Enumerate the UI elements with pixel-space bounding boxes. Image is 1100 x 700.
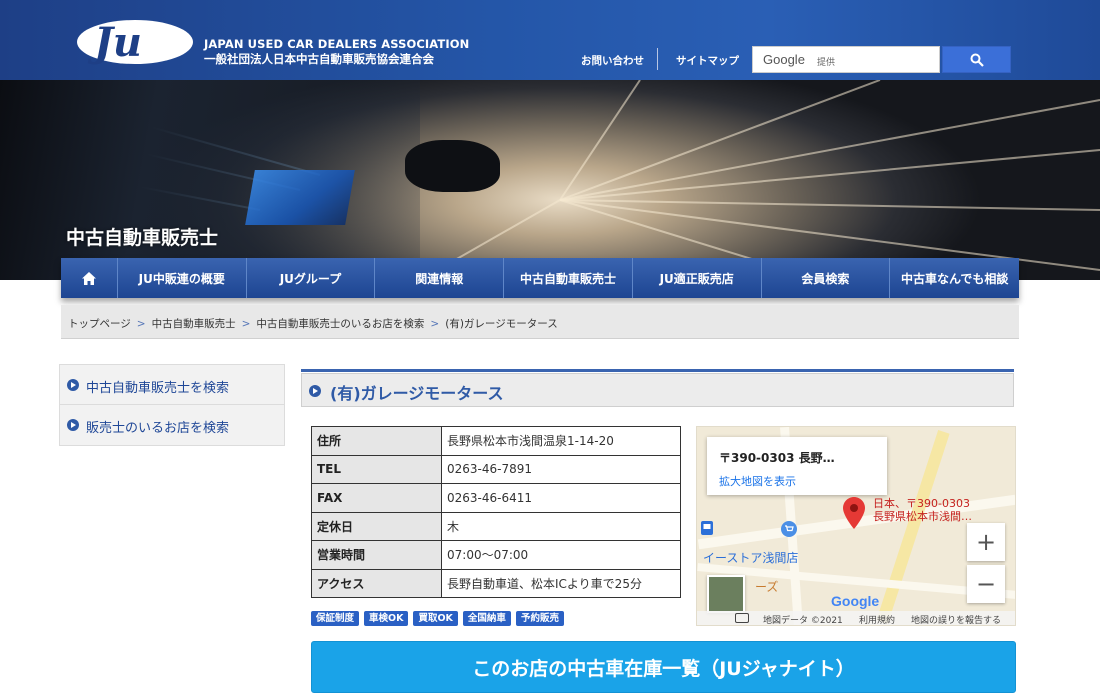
map-pin-label: 日本、〒390-0303 長野県松本市浅間… [873,497,972,523]
hero-car-interior [0,80,420,280]
sidebar-item-specialist-search[interactable]: 中古自動車販売士を検索 [59,364,285,405]
arrow-bullet-icon [67,419,79,431]
contact-link[interactable]: お問い合わせ [581,53,644,68]
table-row: アクセス 長野自動車道、松本ICより車で25分 [311,568,681,598]
map-info-card: 〒390-0303 長野… 拡大地図を表示 [707,437,887,495]
arrow-bullet-icon [67,379,79,391]
stock-list-button[interactable]: このお店の中古車在庫一覧（JUジャナイト） [311,641,1016,693]
association-name-en: JAPAN USED CAR DEALERS ASSOCIATION [204,37,470,51]
breadcrumb-current: (有)ガレージモータース [445,318,558,330]
tag-reservation: 予約販売 [515,611,564,626]
breadcrumb-top[interactable]: トップページ [68,318,131,330]
table-row: 住所 長野県松本市浅間温泉1-14-20 [311,426,681,456]
main-nav: JU中販連の概要 JUグループ 関連情報 中古自動車販売士 JU適正販売店 会員… [61,258,1019,298]
sitemap-link[interactable]: サイトマップ [676,53,739,68]
site-header: Ju JAPAN USED CAR DEALERS ASSOCIATION 一般… [0,0,1100,80]
hero-side-mirror [405,140,500,192]
breadcrumb-shop-search[interactable]: 中古自動車販売士のいるお店を検索 [256,318,424,330]
search-icon [970,53,984,67]
nav-item-ju-certified-shop[interactable]: JU適正販売店 [633,258,762,298]
hero-title: 中古自動車販売士 [66,227,219,249]
tag-inspection: 車検OK [364,611,409,626]
breadcrumb-separator: > [241,318,251,330]
info-key: FAX [311,483,442,513]
map-pin-label-line: 長野県松本市浅間… [873,510,972,523]
search-provider-label: 提供 [817,58,836,68]
sidebar-item-label: 販売士のいるお店を検索 [86,421,230,436]
header-divider [657,48,658,70]
map-terms-link[interactable]: 利用規約 [859,613,895,625]
zoom-out-button[interactable]: − [967,565,1005,603]
ju-logo[interactable]: Ju [76,16,194,68]
map-card-address: 〒390-0303 長野… [719,451,835,465]
map-report-link[interactable]: 地図の誤りを報告する [911,613,1001,625]
hero-dashboard-screen [245,170,355,225]
tag-warranty: 保証制度 [311,611,360,626]
map-pin-label-line: 日本、〒390-0303 [873,497,970,510]
nav-item-related-info[interactable]: 関連情報 [375,258,505,298]
nav-item-overview[interactable]: JU中販連の概要 [118,258,247,298]
info-value-closed-day: 木 [441,511,681,541]
info-key: 営業時間 [311,540,442,570]
info-key: 定休日 [311,511,442,541]
info-value-tel: 0263-46-7891 [441,454,681,484]
google-logo: Google [763,52,805,67]
map-data-credit: 地図データ ©2021 [763,616,843,626]
info-value-hours: 07:00〜07:00 [441,540,681,570]
home-icon [81,271,96,285]
svg-text:Ju: Ju [87,19,142,66]
search-button[interactable] [942,46,1011,73]
info-key: TEL [311,454,442,484]
nav-item-ju-group[interactable]: JUグループ [247,258,376,298]
table-row: 営業時間 07:00〜07:00 [311,540,681,570]
association-name-ja: 一般社団法人日本中古自動車販売協会連合会 [204,52,434,66]
nav-item-consultation[interactable]: 中古車なんでも相談 [890,258,1019,298]
breadcrumb-specialist[interactable]: 中古自動車販売士 [152,318,236,330]
shop-name: (有)ガレージモータース [330,384,504,403]
info-key: 住所 [311,426,442,456]
sidebar-item-label: 中古自動車販売士を検索 [86,381,230,396]
sidebar: 中古自動車販売士を検索 販売士のいるお店を検索 [59,364,285,446]
tag-buyback: 買取OK [413,611,458,626]
title-accent-bar [301,369,1014,372]
map-pin-icon[interactable] [843,497,865,529]
breadcrumb-separator: > [430,318,440,330]
map-enlarge-link[interactable]: 拡大地図を表示 [719,473,796,489]
shopping-cart-icon [781,521,797,537]
nav-item-dealer-specialist[interactable]: 中古自動車販売士 [504,258,633,298]
sidebar-item-shop-search[interactable]: 販売士のいるお店を検索 [59,405,285,446]
breadcrumb: トップページ > 中古自動車販売士 > 中古自動車販売士のいるお店を検索 > (有)ガレージ… [61,305,1019,339]
table-row: FAX 0263-46-6411 [311,483,681,513]
arrow-bullet-icon [309,385,321,397]
service-tags: 保証制度 車検OK 買取OK 全国納車 予約販売 [311,611,564,626]
bus-stop-icon [701,521,713,535]
info-value-fax: 0263-46-6411 [441,483,681,513]
table-row: TEL 0263-46-7891 [311,454,681,484]
google-map-logo: Google [831,593,880,609]
map-poi-store[interactable]: イーストア浅間店 [703,549,798,566]
hero-banner: 中古自動車販売士 [0,80,1100,280]
shop-title-box: (有)ガレージモータース [301,373,1014,407]
nav-home[interactable] [61,258,118,298]
keyboard-shortcuts-icon[interactable] [735,613,749,623]
map-poi-partial: ーズ [755,580,779,594]
info-key: アクセス [311,568,442,598]
tag-nationwide-delivery: 全国納車 [462,611,511,626]
nav-item-member-search[interactable]: 会員検索 [762,258,891,298]
info-value-address: 長野県松本市浅間温泉1-14-20 [441,426,681,456]
map-footer: 地図データ ©2021 利用規約 地図の誤りを報告する [697,611,1015,626]
zoom-in-button[interactable]: + [967,523,1005,561]
map-road [876,430,950,624]
shop-info-table: 住所 長野県松本市浅間温泉1-14-20 TEL 0263-46-7891 FAX 0… [311,426,681,598]
info-value-access: 長野自動車道、松本ICより車で25分 [441,568,681,598]
breadcrumb-separator: > [136,318,146,330]
google-map[interactable]: 〒390-0303 長野… 拡大地図を表示 日本、〒390-0303 長野県松本… [696,426,1016,626]
table-row: 定休日木 [311,511,681,541]
street-view-thumbnail[interactable] [707,575,745,613]
search-input[interactable]: Google 提供 [752,46,940,73]
